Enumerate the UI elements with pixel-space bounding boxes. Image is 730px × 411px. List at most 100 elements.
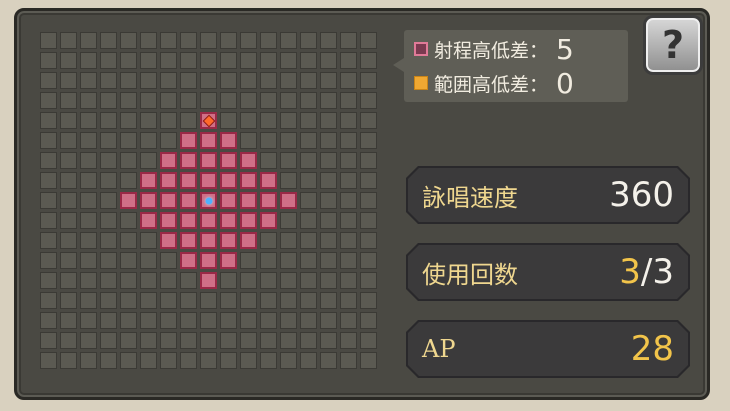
grid-cell — [340, 312, 357, 329]
grid-cell — [60, 332, 77, 349]
grid-cell — [160, 252, 177, 269]
grid-cell — [240, 252, 257, 269]
area-swatch-icon — [414, 76, 428, 90]
grid-cell — [360, 72, 377, 89]
grid-cell — [180, 352, 197, 369]
grid-cell — [100, 172, 117, 189]
grid-cell — [240, 112, 257, 129]
grid-cell — [360, 332, 377, 349]
area-height-value: 0 — [556, 66, 574, 100]
grid-cell — [80, 52, 97, 69]
grid-cell — [260, 152, 277, 169]
grid-cell — [200, 52, 217, 69]
grid-cell — [240, 312, 257, 329]
range-cell — [200, 172, 217, 189]
grid-cell — [240, 72, 257, 89]
grid-cell — [80, 352, 97, 369]
grid-cell — [240, 32, 257, 49]
grid-cell — [120, 172, 137, 189]
grid-cell — [180, 312, 197, 329]
grid-cell — [40, 232, 57, 249]
grid-cell — [240, 132, 257, 149]
grid-cell — [180, 272, 197, 289]
grid-cell — [180, 112, 197, 129]
grid-cell — [360, 92, 377, 109]
grid-cell — [320, 232, 337, 249]
grid-cell — [100, 112, 117, 129]
grid-cell — [80, 32, 97, 49]
grid-cell — [60, 272, 77, 289]
help-button[interactable]: ? — [643, 15, 703, 75]
cast-speed-value: 360 — [609, 175, 674, 215]
grid-cell — [320, 52, 337, 69]
grid-cell — [340, 252, 357, 269]
grid-cell — [240, 332, 257, 349]
grid-cell — [300, 332, 317, 349]
grid-cell — [360, 32, 377, 49]
grid-cell — [200, 292, 217, 309]
grid-cell — [80, 272, 97, 289]
grid-cell — [200, 312, 217, 329]
grid-cell — [240, 272, 257, 289]
grid-cell — [40, 212, 57, 229]
grid-cell — [220, 52, 237, 69]
grid-cell — [140, 252, 157, 269]
range-cell — [240, 172, 257, 189]
grid-cell — [320, 132, 337, 149]
range-cell — [160, 192, 177, 209]
grid-cell — [180, 92, 197, 109]
grid-cell — [80, 212, 97, 229]
grid-cell — [320, 352, 337, 369]
height-legend: 射程高低差： 5 範囲高低差： 0 — [404, 30, 628, 102]
grid-cell — [40, 272, 57, 289]
target-cell — [200, 112, 217, 129]
range-cell — [180, 152, 197, 169]
grid-cell — [280, 132, 297, 149]
grid-cell — [80, 292, 97, 309]
grid-cell — [280, 92, 297, 109]
range-cell — [180, 252, 197, 269]
grid-cell — [120, 212, 137, 229]
grid-cell — [320, 292, 337, 309]
grid-cell — [40, 132, 57, 149]
grid-cell — [340, 332, 357, 349]
range-cell — [220, 232, 237, 249]
uses-label: 使用回数 — [422, 260, 518, 289]
range-cell — [200, 272, 217, 289]
grid-cell — [320, 312, 337, 329]
grid-cell — [240, 292, 257, 309]
grid-cell — [160, 112, 177, 129]
range-grid — [40, 32, 382, 374]
grid-cell — [280, 252, 297, 269]
grid-cell — [260, 72, 277, 89]
grid-cell — [300, 272, 317, 289]
grid-cell — [120, 292, 137, 309]
grid-cell — [360, 132, 377, 149]
range-cell — [260, 172, 277, 189]
grid-cell — [60, 312, 77, 329]
legend-range-height: 射程高低差： 5 — [414, 33, 574, 66]
grid-cell — [320, 192, 337, 209]
grid-cell — [60, 32, 77, 49]
grid-cell — [260, 252, 277, 269]
grid-cell — [120, 312, 137, 329]
range-cell — [260, 212, 277, 229]
grid-cell — [220, 112, 237, 129]
grid-cell — [320, 32, 337, 49]
range-cell — [200, 132, 217, 149]
range-cell — [280, 192, 297, 209]
grid-cell — [120, 32, 137, 49]
grid-cell — [280, 352, 297, 369]
grid-cell — [220, 32, 237, 49]
caster-cell — [200, 192, 217, 209]
grid-cell — [100, 352, 117, 369]
grid-cell — [100, 152, 117, 169]
range-cell — [180, 192, 197, 209]
grid-cell — [60, 212, 77, 229]
grid-cell — [300, 232, 317, 249]
grid-cell — [280, 312, 297, 329]
grid-cell — [280, 152, 297, 169]
range-cell — [200, 232, 217, 249]
grid-cell — [200, 72, 217, 89]
grid-cell — [260, 32, 277, 49]
